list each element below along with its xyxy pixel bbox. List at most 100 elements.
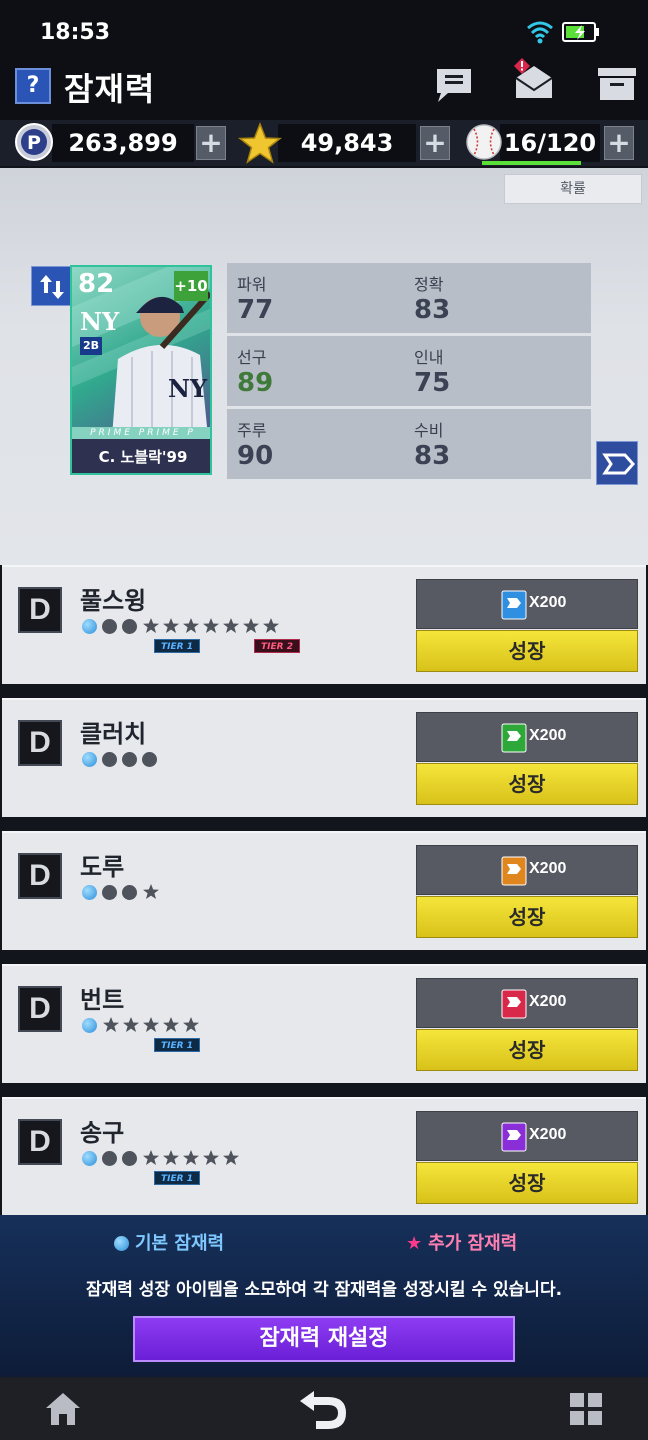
grow-button[interactable]: 성장 [416,763,638,805]
grow-button[interactable]: 성장 [416,896,638,938]
potential-name: 송구 [80,1119,125,1147]
svg-text:NY: NY [168,374,208,403]
cost-amount: X200 [529,860,567,877]
potential-star-icon [143,884,159,899]
grade-badge: D [18,853,62,899]
potential-row: D 풀스윙 TIER 1 TIER 2 X200 성장 [2,565,646,684]
page-title: 잠재력 [64,70,156,108]
potential-row: D 클러치 X200 성장 [2,698,646,817]
stat-value: 83 [414,295,451,325]
potential-list: D 풀스윙 TIER 1 TIER 2 X200 성장 D 클러치 X200 성장 D 도루 X200 성… [0,565,648,1216]
cost-amount: X200 [529,1126,567,1143]
grow-button[interactable]: 성장 [416,1162,638,1204]
legend-extra-label: 추가 잠재력 [428,1233,518,1254]
potential-star-icon [143,1150,159,1165]
cost-display: X200 [416,978,638,1028]
stat-value: 83 [414,441,451,471]
stat-label: 파워 [237,275,267,294]
potential-star-icon [123,1017,139,1032]
growth-item-icon [501,989,527,1019]
potential-row: D 송구 TIER 1 X200 성장 [2,1097,646,1216]
basic-potential-icon [114,1236,129,1251]
stamina-progress-bar [482,161,581,165]
home-icon[interactable] [44,1391,82,1427]
stat-label: 주루 [237,421,267,440]
next-player-button[interactable] [596,441,638,485]
probability-button[interactable]: 확률 [504,174,642,204]
cost-display: X200 [416,845,638,895]
grade-badge: D [18,986,62,1032]
potential-star-icon [203,618,219,633]
stat-value: 77 [237,295,274,325]
potential-star-icon [183,1150,199,1165]
stat-value: 75 [414,368,451,398]
potential-star-icon [223,1150,239,1165]
swap-player-button[interactable] [31,266,71,306]
back-icon[interactable] [296,1389,350,1431]
battery-icon [562,22,599,42]
add-stamina-button[interactable]: + [604,126,634,160]
footer-description: 잠재력 성장 아이템을 소모하여 각 잠재력을 성장시킬 수 있습니다. [85,1280,563,1300]
basic-potential-dot [82,752,97,767]
basic-potential-dot [82,1018,97,1033]
potential-star-icon [143,618,159,633]
potential-star-icon [163,1017,179,1032]
cost-amount: X200 [529,993,567,1010]
potential-star-icon [103,1017,119,1032]
cost-amount: X200 [529,727,567,744]
status-bar: 18:53 [0,0,648,60]
arrow-right-icon [602,453,636,475]
basic-potential-dot [82,885,97,900]
chat-icon[interactable] [434,66,474,104]
potential-name: 클러치 [80,720,147,748]
grade-badge: D [18,587,62,633]
stat-row: 선구 89 인내 75 [227,336,591,406]
stat-label: 정확 [414,275,444,294]
add-stars-button[interactable]: + [420,126,450,160]
grade-badge: D [18,1119,62,1165]
player-card[interactable]: NY 82 +10 NY 2B PRIME PRIME P C. 노블락'99 [70,265,212,475]
potential-star-icon [163,1150,179,1165]
storage-icon[interactable] [596,66,638,102]
card-series: PRIME PRIME P [72,427,210,439]
points-amount: 263,899 [52,124,194,162]
card-overall: 82 [78,269,115,299]
potential-name: 도루 [80,853,125,881]
stamina-amount: 16/120 [500,124,600,162]
reset-potential-button[interactable]: 잠재력 재설정 [133,1316,515,1362]
grid-icon[interactable] [568,1391,604,1427]
stat-label: 선구 [237,348,267,367]
card-position: 2B [80,337,102,355]
star-icon [238,122,282,164]
grow-button[interactable]: 성장 [416,630,638,672]
potential-dot [102,885,117,900]
mail-icon[interactable] [510,56,558,102]
stat-value: 90 [237,441,274,471]
add-points-button[interactable]: + [196,126,226,160]
growth-item-icon [501,590,527,620]
tier-2-tag: TIER 2 [254,639,300,653]
swap-icon [40,275,64,299]
legend-extra: ★ 추가 잠재력 [406,1229,517,1255]
cost-display: X200 [416,712,638,762]
extra-potential-star-icon: ★ [406,1233,423,1254]
help-button[interactable]: ? [15,68,51,104]
potential-star-icon [203,1150,219,1165]
potential-dot [142,752,157,767]
stat-label: 인내 [414,348,444,367]
card-player-name: C. 노블락'99 [72,439,210,473]
stat-row: 주루 90 수비 83 [227,409,591,479]
potential-dot [102,1151,117,1166]
legend-basic-label: 기본 잠재력 [135,1233,225,1254]
tier-1-tag: TIER 1 [154,1038,200,1052]
potential-star-icon [183,1017,199,1032]
potential-dot [122,752,137,767]
stat-label: 수비 [414,421,444,440]
potential-row: D 도루 X200 성장 [2,831,646,950]
stars-amount: 49,843 [278,124,416,162]
grow-button[interactable]: 성장 [416,1029,638,1071]
potential-dot [122,1151,137,1166]
grade-badge: D [18,720,62,766]
tier-1-tag: TIER 1 [154,639,200,653]
legend-basic: 기본 잠재력 [114,1229,224,1255]
